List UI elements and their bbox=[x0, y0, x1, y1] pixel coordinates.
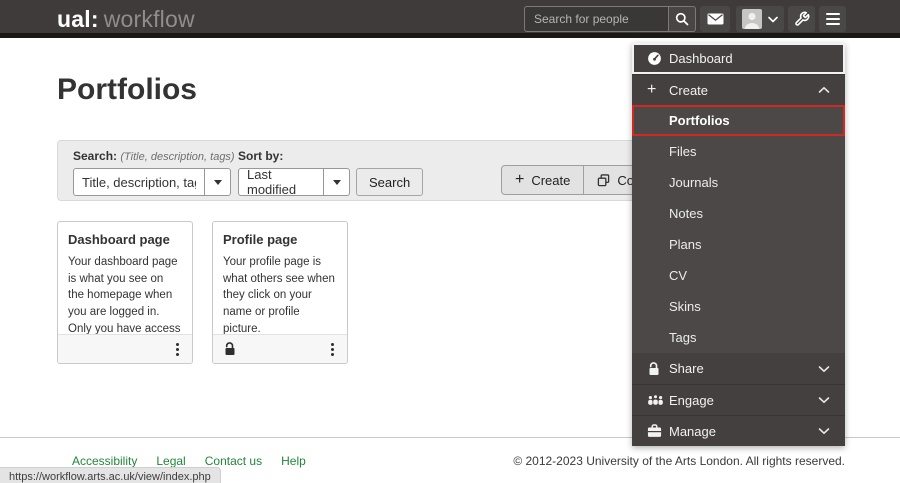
menu-item-portfolios[interactable]: Portfolios bbox=[632, 105, 845, 136]
menu-item-manage[interactable]: Manage bbox=[632, 415, 845, 446]
create-button[interactable]: + Create bbox=[501, 165, 585, 195]
main-dropdown-menu: Dashboard + Create Portfolios Files Jour… bbox=[632, 43, 845, 446]
search-label: Search: (Title, description, tags) bbox=[73, 149, 235, 163]
search-type-dropdown[interactable] bbox=[204, 169, 230, 195]
menu-item-label: Portfolios bbox=[669, 113, 730, 128]
admin-settings-button[interactable] bbox=[788, 6, 815, 32]
card-description: Your profile page is what others see whe… bbox=[223, 256, 335, 335]
inbox-button[interactable] bbox=[700, 6, 730, 32]
people-search-input[interactable] bbox=[524, 6, 668, 32]
footer-link-help[interactable]: Help bbox=[281, 454, 306, 468]
chevron-down-icon bbox=[818, 427, 830, 435]
unlock-icon bbox=[225, 342, 235, 355]
dropdown-arrow-icon bbox=[213, 179, 222, 185]
search-button[interactable]: Search bbox=[356, 168, 424, 196]
dropdown-arrow-icon bbox=[332, 179, 341, 185]
menu-item-cv[interactable]: CV bbox=[632, 260, 845, 291]
sort-by-select[interactable]: Last modified bbox=[238, 167, 350, 197]
search-icon bbox=[675, 12, 689, 26]
hamburger-menu-button[interactable] bbox=[819, 6, 846, 32]
envelope-icon bbox=[707, 13, 723, 25]
page-title: Portfolios bbox=[57, 73, 197, 106]
portfolio-search-input[interactable] bbox=[74, 169, 204, 195]
portfolio-search-combo bbox=[73, 168, 231, 196]
logo-light: workflow bbox=[103, 6, 195, 32]
card-footer bbox=[213, 334, 347, 363]
dashboard-gauge-icon bbox=[647, 51, 669, 66]
app-window: ual:workflow Portfolios Search: ( bbox=[0, 0, 900, 483]
copy-icon bbox=[598, 173, 610, 186]
footer-link-legal[interactable]: Legal bbox=[156, 454, 185, 468]
menu-item-label: Share bbox=[669, 361, 704, 376]
kebab-menu-icon[interactable] bbox=[173, 340, 182, 359]
menu-item-label: Tags bbox=[669, 330, 697, 345]
browser-status-url: https://workflow.arts.ac.uk/view/index.p… bbox=[0, 467, 221, 483]
menu-item-label: Manage bbox=[669, 423, 716, 439]
avatar bbox=[742, 9, 762, 29]
chevron-down-icon bbox=[818, 396, 830, 404]
menu-item-label: Journals bbox=[669, 175, 719, 190]
menu-item-journals[interactable]: Journals bbox=[632, 167, 845, 198]
chevron-down-icon bbox=[768, 16, 778, 23]
logo-bold: ual: bbox=[57, 6, 99, 32]
users-icon bbox=[647, 394, 669, 406]
menu-item-label: Engage bbox=[669, 392, 714, 408]
menu-item-create[interactable]: + Create bbox=[632, 74, 845, 105]
menu-item-label: Plans bbox=[669, 237, 702, 252]
menu-item-label: Dashboard bbox=[669, 51, 733, 66]
menu-item-tags[interactable]: Tags bbox=[632, 322, 845, 353]
menu-item-skins[interactable]: Skins bbox=[632, 291, 845, 322]
portfolio-card-dashboard-page[interactable]: Dashboard page Your dashboard page is wh… bbox=[57, 221, 193, 364]
menu-item-label: Files bbox=[669, 144, 697, 159]
sort-by-label: Sort by: bbox=[238, 149, 284, 163]
sort-dropdown-arrow bbox=[323, 169, 349, 195]
footer-link-contact-us[interactable]: Contact us bbox=[205, 454, 262, 468]
people-search-button[interactable] bbox=[668, 6, 696, 32]
menu-item-share[interactable]: Share bbox=[632, 353, 845, 384]
menu-item-label: CV bbox=[669, 268, 688, 283]
menu-item-label: Skins bbox=[669, 299, 701, 314]
unlock-icon bbox=[647, 361, 669, 376]
kebab-menu-icon[interactable] bbox=[328, 340, 337, 359]
menu-item-dashboard[interactable]: Dashboard bbox=[632, 43, 845, 74]
menu-item-notes[interactable]: Notes bbox=[632, 198, 845, 229]
menu-item-files[interactable]: Files bbox=[632, 136, 845, 167]
plus-icon: + bbox=[515, 171, 525, 188]
hamburger-icon bbox=[825, 13, 840, 25]
person-icon bbox=[744, 12, 760, 29]
account-menu-button[interactable] bbox=[736, 6, 784, 32]
briefcase-icon bbox=[647, 424, 669, 438]
wrench-icon bbox=[794, 11, 809, 26]
card-title: Dashboard page bbox=[68, 232, 170, 247]
site-logo[interactable]: ual: workflow bbox=[57, 6, 195, 33]
menu-item-engage[interactable]: Engage bbox=[632, 384, 845, 415]
create-button-label: Create bbox=[531, 172, 571, 188]
card-title: Profile page bbox=[223, 232, 298, 247]
menu-item-label: Create bbox=[669, 82, 709, 98]
search-hint: (Title, description, tags) bbox=[120, 151, 235, 163]
plus-icon: + bbox=[647, 81, 657, 98]
card-footer bbox=[58, 334, 192, 363]
chevron-up-icon bbox=[818, 86, 830, 94]
chevron-down-icon bbox=[818, 365, 830, 373]
portfolio-card-profile-page[interactable]: Profile page Your profile page is what o… bbox=[212, 221, 348, 364]
footer-link-accessibility[interactable]: Accessibility bbox=[72, 454, 137, 468]
sort-by-value: Last modified bbox=[247, 167, 297, 197]
menu-item-plans[interactable]: Plans bbox=[632, 229, 845, 260]
copyright-text: © 2012-2023 University of the Arts Londo… bbox=[513, 454, 845, 468]
menu-item-label: Notes bbox=[669, 206, 703, 221]
footer-links: Accessibility Legal Contact us Help bbox=[72, 454, 306, 468]
top-navbar: ual: workflow bbox=[0, 0, 900, 38]
people-search bbox=[524, 6, 696, 32]
